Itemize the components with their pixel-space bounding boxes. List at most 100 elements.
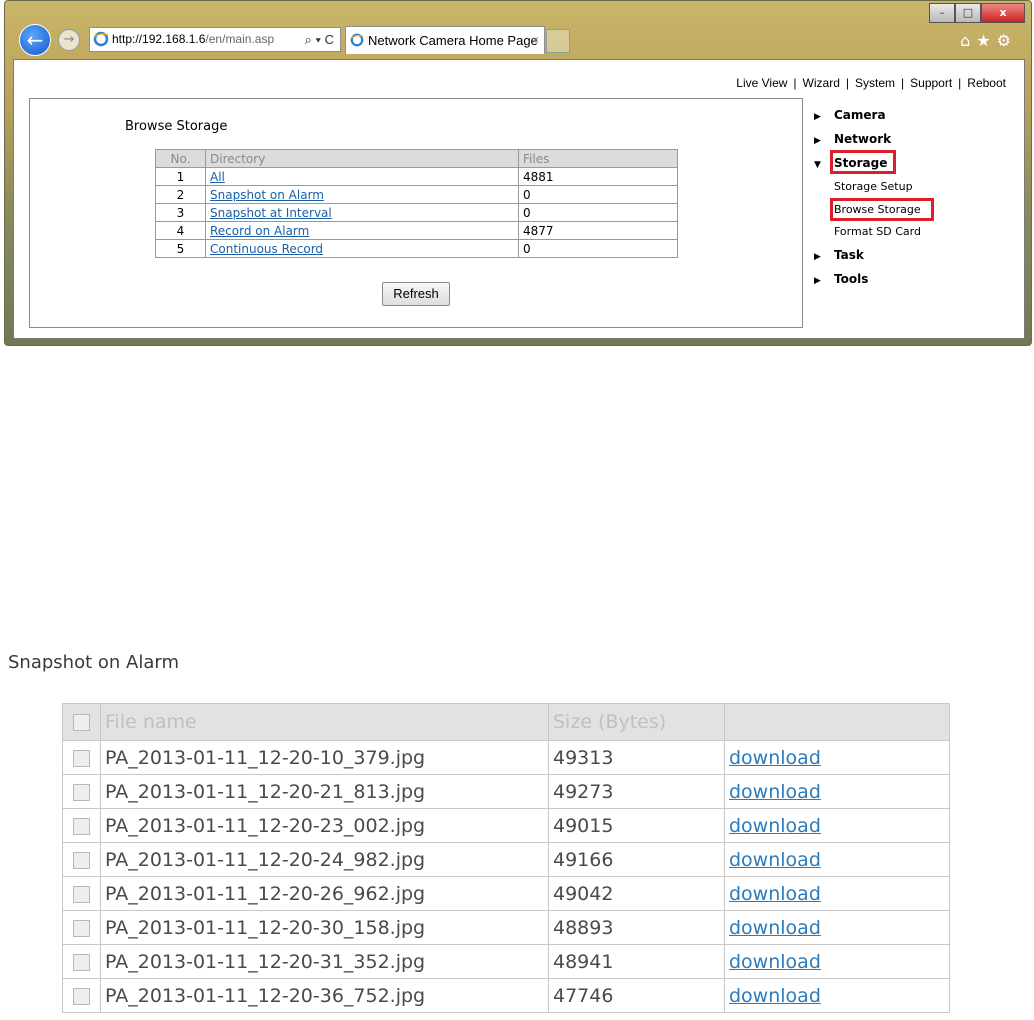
- download-link[interactable]: download: [729, 917, 821, 939]
- directory-link-continuous[interactable]: Continuous Record: [210, 242, 323, 256]
- row-checkbox[interactable]: [73, 987, 90, 1005]
- expand-arrow-icon: ▶: [814, 112, 821, 122]
- directory-link-all[interactable]: All: [210, 170, 225, 184]
- top-navigation: Live View | Wizard | System | Support | Reboot: [736, 76, 1006, 90]
- header-no: No.: [155, 149, 206, 168]
- sidebar-item-network[interactable]: ▶ Network: [814, 132, 891, 146]
- maximize-button[interactable]: □: [955, 3, 981, 23]
- panel-title: Browse Storage: [125, 119, 228, 134]
- tab-close-icon[interactable]: ×: [532, 27, 539, 54]
- sidebar-subitem-format-sd[interactable]: Format SD Card: [834, 225, 921, 238]
- file-size: 48941: [548, 944, 725, 979]
- directory-link-snapshot-interval[interactable]: Snapshot at Interval: [210, 206, 332, 220]
- file-name: PA_2013-01-11_12-20-26_962.jpg: [100, 876, 549, 911]
- download-link[interactable]: download: [729, 781, 821, 803]
- sidebar-item-camera[interactable]: ▶ Camera: [814, 108, 886, 122]
- tab-network-camera[interactable]: Network Camera Home Page ×: [345, 26, 545, 54]
- select-all-checkbox[interactable]: [73, 714, 90, 731]
- close-button[interactable]: x: [981, 3, 1025, 23]
- title-bar: ← → http://192.168.1.6/en/main.asp ⌕ ▾ C…: [5, 1, 1031, 59]
- header-action: [724, 703, 950, 741]
- table-row: 4 Record on Alarm 4877: [155, 221, 678, 240]
- file-size: 47746: [548, 978, 725, 1013]
- table-row: 1 All 4881: [155, 167, 678, 186]
- forward-arrow-icon: →: [63, 32, 75, 47]
- table-row: PA_2013-01-11_12-20-31_352.jpg 48941 dow…: [62, 944, 950, 979]
- row-checkbox[interactable]: [73, 817, 90, 835]
- table-row: PA_2013-01-11_12-20-10_379.jpg 49313 dow…: [62, 740, 950, 775]
- minimize-button[interactable]: –: [929, 3, 955, 23]
- browser-window: ← → http://192.168.1.6/en/main.asp ⌕ ▾ C…: [4, 0, 1032, 346]
- table-row: PA_2013-01-11_12-20-23_002.jpg 49015 dow…: [62, 808, 950, 843]
- forward-button[interactable]: →: [58, 29, 80, 51]
- file-name: PA_2013-01-11_12-20-23_002.jpg: [100, 808, 549, 843]
- nav-live-view[interactable]: Live View: [736, 76, 787, 90]
- row-checkbox[interactable]: [73, 783, 90, 801]
- header-directory: Directory: [205, 149, 519, 168]
- nav-wizard[interactable]: Wizard: [803, 76, 840, 90]
- file-size: 49166: [548, 842, 725, 877]
- toolbar-icons[interactable]: ⌂★⚙: [960, 31, 1017, 50]
- table-row: PA_2013-01-11_12-20-30_158.jpg 48893 dow…: [62, 910, 950, 945]
- file-name: PA_2013-01-11_12-20-31_352.jpg: [100, 944, 549, 979]
- sidebar-item-task[interactable]: ▶ Task: [814, 248, 864, 262]
- row-checkbox[interactable]: [73, 749, 90, 767]
- highlight-box-browse-storage: [830, 198, 934, 221]
- row-checkbox[interactable]: [73, 953, 90, 971]
- row-checkbox[interactable]: [73, 885, 90, 903]
- directory-link-record-alarm[interactable]: Record on Alarm: [210, 224, 309, 238]
- download-link[interactable]: download: [729, 849, 821, 871]
- table-header: File name Size (Bytes): [62, 703, 950, 741]
- download-link[interactable]: download: [729, 747, 821, 769]
- download-link[interactable]: download: [729, 883, 821, 905]
- back-button[interactable]: ←: [19, 24, 51, 56]
- tab-title: Network Camera Home Page: [368, 33, 538, 48]
- file-size: 48893: [548, 910, 725, 945]
- directory-link-snapshot-alarm[interactable]: Snapshot on Alarm: [210, 188, 324, 202]
- file-size: 49273: [548, 774, 725, 809]
- nav-system[interactable]: System: [855, 76, 895, 90]
- download-link[interactable]: download: [729, 985, 821, 1007]
- file-name: PA_2013-01-11_12-20-24_982.jpg: [100, 842, 549, 877]
- back-arrow-icon: ←: [26, 28, 44, 52]
- file-size: 49015: [548, 808, 725, 843]
- address-bar[interactable]: http://192.168.1.6/en/main.asp ⌕ ▾ C: [89, 27, 341, 52]
- table-row: PA_2013-01-11_12-20-26_962.jpg 49042 dow…: [62, 876, 950, 911]
- file-name: PA_2013-01-11_12-20-30_158.jpg: [100, 910, 549, 945]
- browse-storage-panel: Browse Storage No. Directory Files 1 All…: [29, 98, 803, 328]
- ie-logo-icon: [93, 31, 109, 47]
- refresh-button[interactable]: Refresh: [382, 282, 450, 306]
- row-checkbox[interactable]: [73, 919, 90, 937]
- expand-arrow-icon: ▶: [814, 276, 821, 286]
- sidebar-item-tools[interactable]: ▶ Tools: [814, 272, 868, 286]
- header-size: Size (Bytes): [548, 703, 725, 741]
- table-header: No. Directory Files: [155, 149, 678, 168]
- files-section-title: Snapshot on Alarm: [8, 652, 179, 673]
- page-content: Live View | Wizard | System | Support | Reboot B…: [13, 59, 1025, 339]
- table-row: PA_2013-01-11_12-20-36_752.jpg 47746 dow…: [62, 978, 950, 1013]
- expand-arrow-icon: ▶: [814, 136, 821, 146]
- table-row: PA_2013-01-11_12-20-24_982.jpg 49166 dow…: [62, 842, 950, 877]
- file-name: PA_2013-01-11_12-20-36_752.jpg: [100, 978, 549, 1013]
- address-host: http://192.168.1.6: [112, 32, 206, 46]
- table-row: 5 Continuous Record 0: [155, 239, 678, 258]
- download-link[interactable]: download: [729, 815, 821, 837]
- nav-reboot[interactable]: Reboot: [967, 76, 1006, 90]
- header-file-name: File name: [100, 703, 549, 741]
- new-tab-button[interactable]: [546, 29, 570, 53]
- download-link[interactable]: download: [729, 951, 821, 973]
- files-table: File name Size (Bytes) PA_2013-01-11_12-…: [62, 703, 950, 1013]
- ie-tab-icon: [350, 33, 364, 47]
- header-files: Files: [518, 149, 678, 168]
- expand-arrow-icon: ▶: [814, 252, 821, 262]
- window-controls: – □ x: [929, 3, 1025, 23]
- file-name: PA_2013-01-11_12-20-10_379.jpg: [100, 740, 549, 775]
- file-size: 49042: [548, 876, 725, 911]
- file-name: PA_2013-01-11_12-20-21_813.jpg: [100, 774, 549, 809]
- address-controls[interactable]: ⌕ ▾ C: [305, 28, 334, 51]
- table-row: 2 Snapshot on Alarm 0: [155, 185, 678, 204]
- nav-support[interactable]: Support: [910, 76, 952, 90]
- file-size: 49313: [548, 740, 725, 775]
- row-checkbox[interactable]: [73, 851, 90, 869]
- sidebar-subitem-storage-setup[interactable]: Storage Setup: [834, 180, 913, 193]
